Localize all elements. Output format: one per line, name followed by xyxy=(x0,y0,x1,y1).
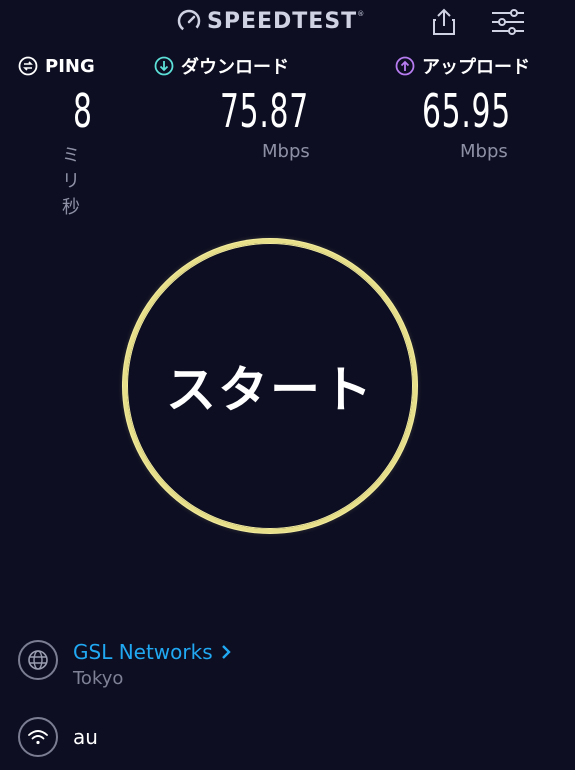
globe-icon xyxy=(28,650,48,670)
server-info: GSL Networks Tokyo xyxy=(73,640,333,689)
start-button[interactable]: スタート xyxy=(123,239,417,533)
server-location: Tokyo xyxy=(73,668,124,689)
server-row[interactable]: GSL Networks Tokyo xyxy=(18,640,231,689)
upload-unit: Mbps xyxy=(460,141,508,162)
upload-metric: アップロード 65.95 Mbps xyxy=(395,52,530,162)
share-button[interactable] xyxy=(426,4,462,40)
upload-label: アップロード xyxy=(422,57,530,78)
top-bar: SPEEDTEST® xyxy=(0,0,575,44)
download-unit: Mbps xyxy=(262,141,310,162)
settings-sliders-icon xyxy=(492,9,524,35)
download-metric: ダウンロード 75.87 Mbps xyxy=(154,52,310,162)
upload-header: アップロード xyxy=(395,52,530,80)
ping-header: PING xyxy=(18,52,95,80)
speedtest-logo: SPEEDTEST® xyxy=(176,6,364,36)
server-name: GSL Networks xyxy=(73,640,213,664)
network-icon-circle xyxy=(18,717,58,757)
start-label: スタート xyxy=(166,361,374,419)
speedometer-icon xyxy=(177,9,201,33)
share-icon xyxy=(433,8,455,35)
chevron-right-icon xyxy=(221,645,231,659)
wifi-icon xyxy=(28,730,48,745)
download-value: 75.87 xyxy=(220,84,309,138)
upload-value: 65.95 xyxy=(422,84,511,138)
ping-unit: ミリ秒 xyxy=(62,145,80,218)
server-name-link[interactable]: GSL Networks xyxy=(73,640,333,664)
ping-icon xyxy=(18,56,38,76)
upload-arrow-icon xyxy=(395,56,415,76)
logo-text: SPEEDTEST® xyxy=(207,8,365,34)
download-label: ダウンロード xyxy=(181,57,289,78)
server-icon-circle xyxy=(18,640,58,680)
network-row: au xyxy=(18,717,98,757)
download-header: ダウンロード xyxy=(154,52,289,80)
settings-button[interactable] xyxy=(490,4,526,40)
network-name: au xyxy=(73,725,98,749)
ping-value: 8 xyxy=(73,84,93,138)
ping-label: PING xyxy=(45,55,95,77)
download-arrow-icon xyxy=(154,56,174,76)
ping-metric: PING 8 ミリ秒 xyxy=(18,52,95,218)
